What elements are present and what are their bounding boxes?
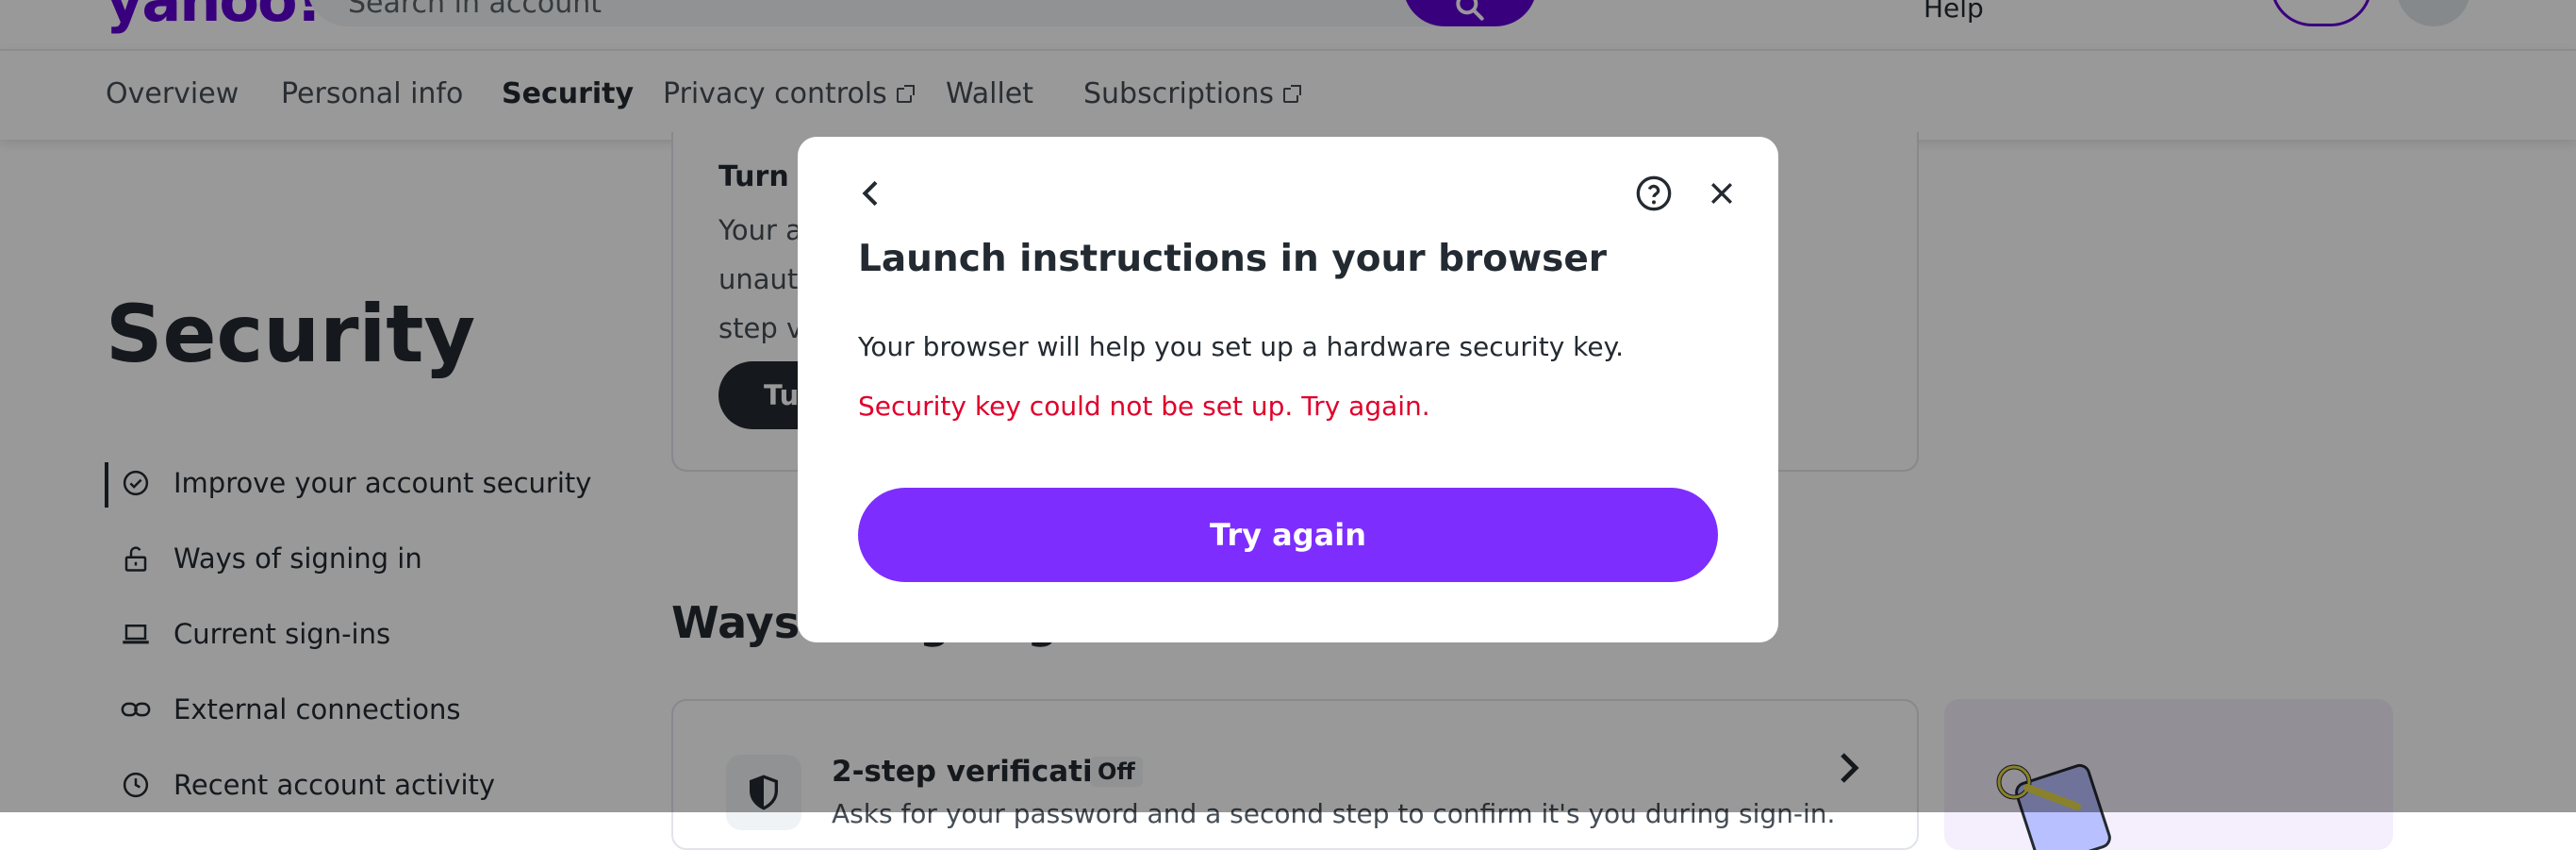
chevron-left-icon xyxy=(862,180,878,207)
error-message: Security key could not be set up. Try ag… xyxy=(858,391,1430,422)
close-button[interactable] xyxy=(1699,171,1744,216)
dialog-title: Launch instructions in your browser xyxy=(858,238,1607,280)
help-icon xyxy=(1636,175,1672,211)
back-button[interactable] xyxy=(849,171,894,216)
try-again-button[interactable]: Try again xyxy=(858,488,1718,582)
dialog-body-text: Your browser will help you set up a hard… xyxy=(858,331,1625,362)
close-icon xyxy=(1711,183,1732,204)
security-key-dialog: Launch instructions in your browser Your… xyxy=(798,137,1778,642)
help-button[interactable] xyxy=(1631,171,1676,216)
